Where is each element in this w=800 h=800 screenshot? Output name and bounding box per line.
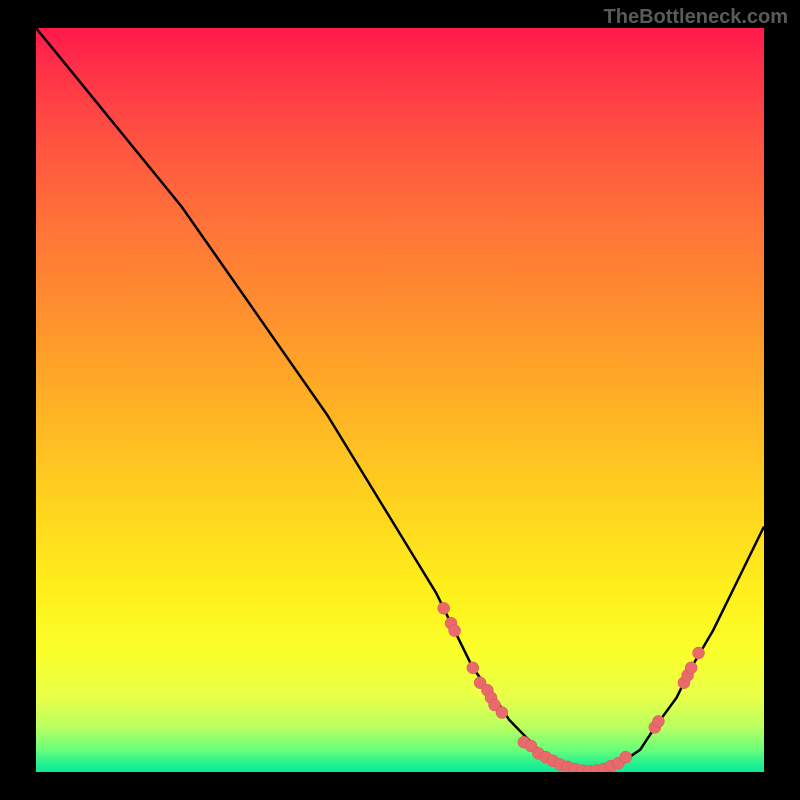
curve-marker [467, 662, 479, 674]
curve-marker [693, 647, 705, 659]
curve-marker [496, 707, 508, 719]
chart-plot-area [36, 28, 764, 772]
curve-marker [449, 625, 461, 637]
curve-marker [620, 751, 632, 763]
bottleneck-curve [36, 28, 764, 772]
watermark-text: TheBottleneck.com [604, 6, 788, 29]
curve-markers-group [438, 602, 705, 772]
chart-svg [36, 28, 764, 772]
curve-marker [652, 715, 664, 727]
curve-marker [438, 602, 450, 614]
curve-marker [685, 662, 697, 674]
